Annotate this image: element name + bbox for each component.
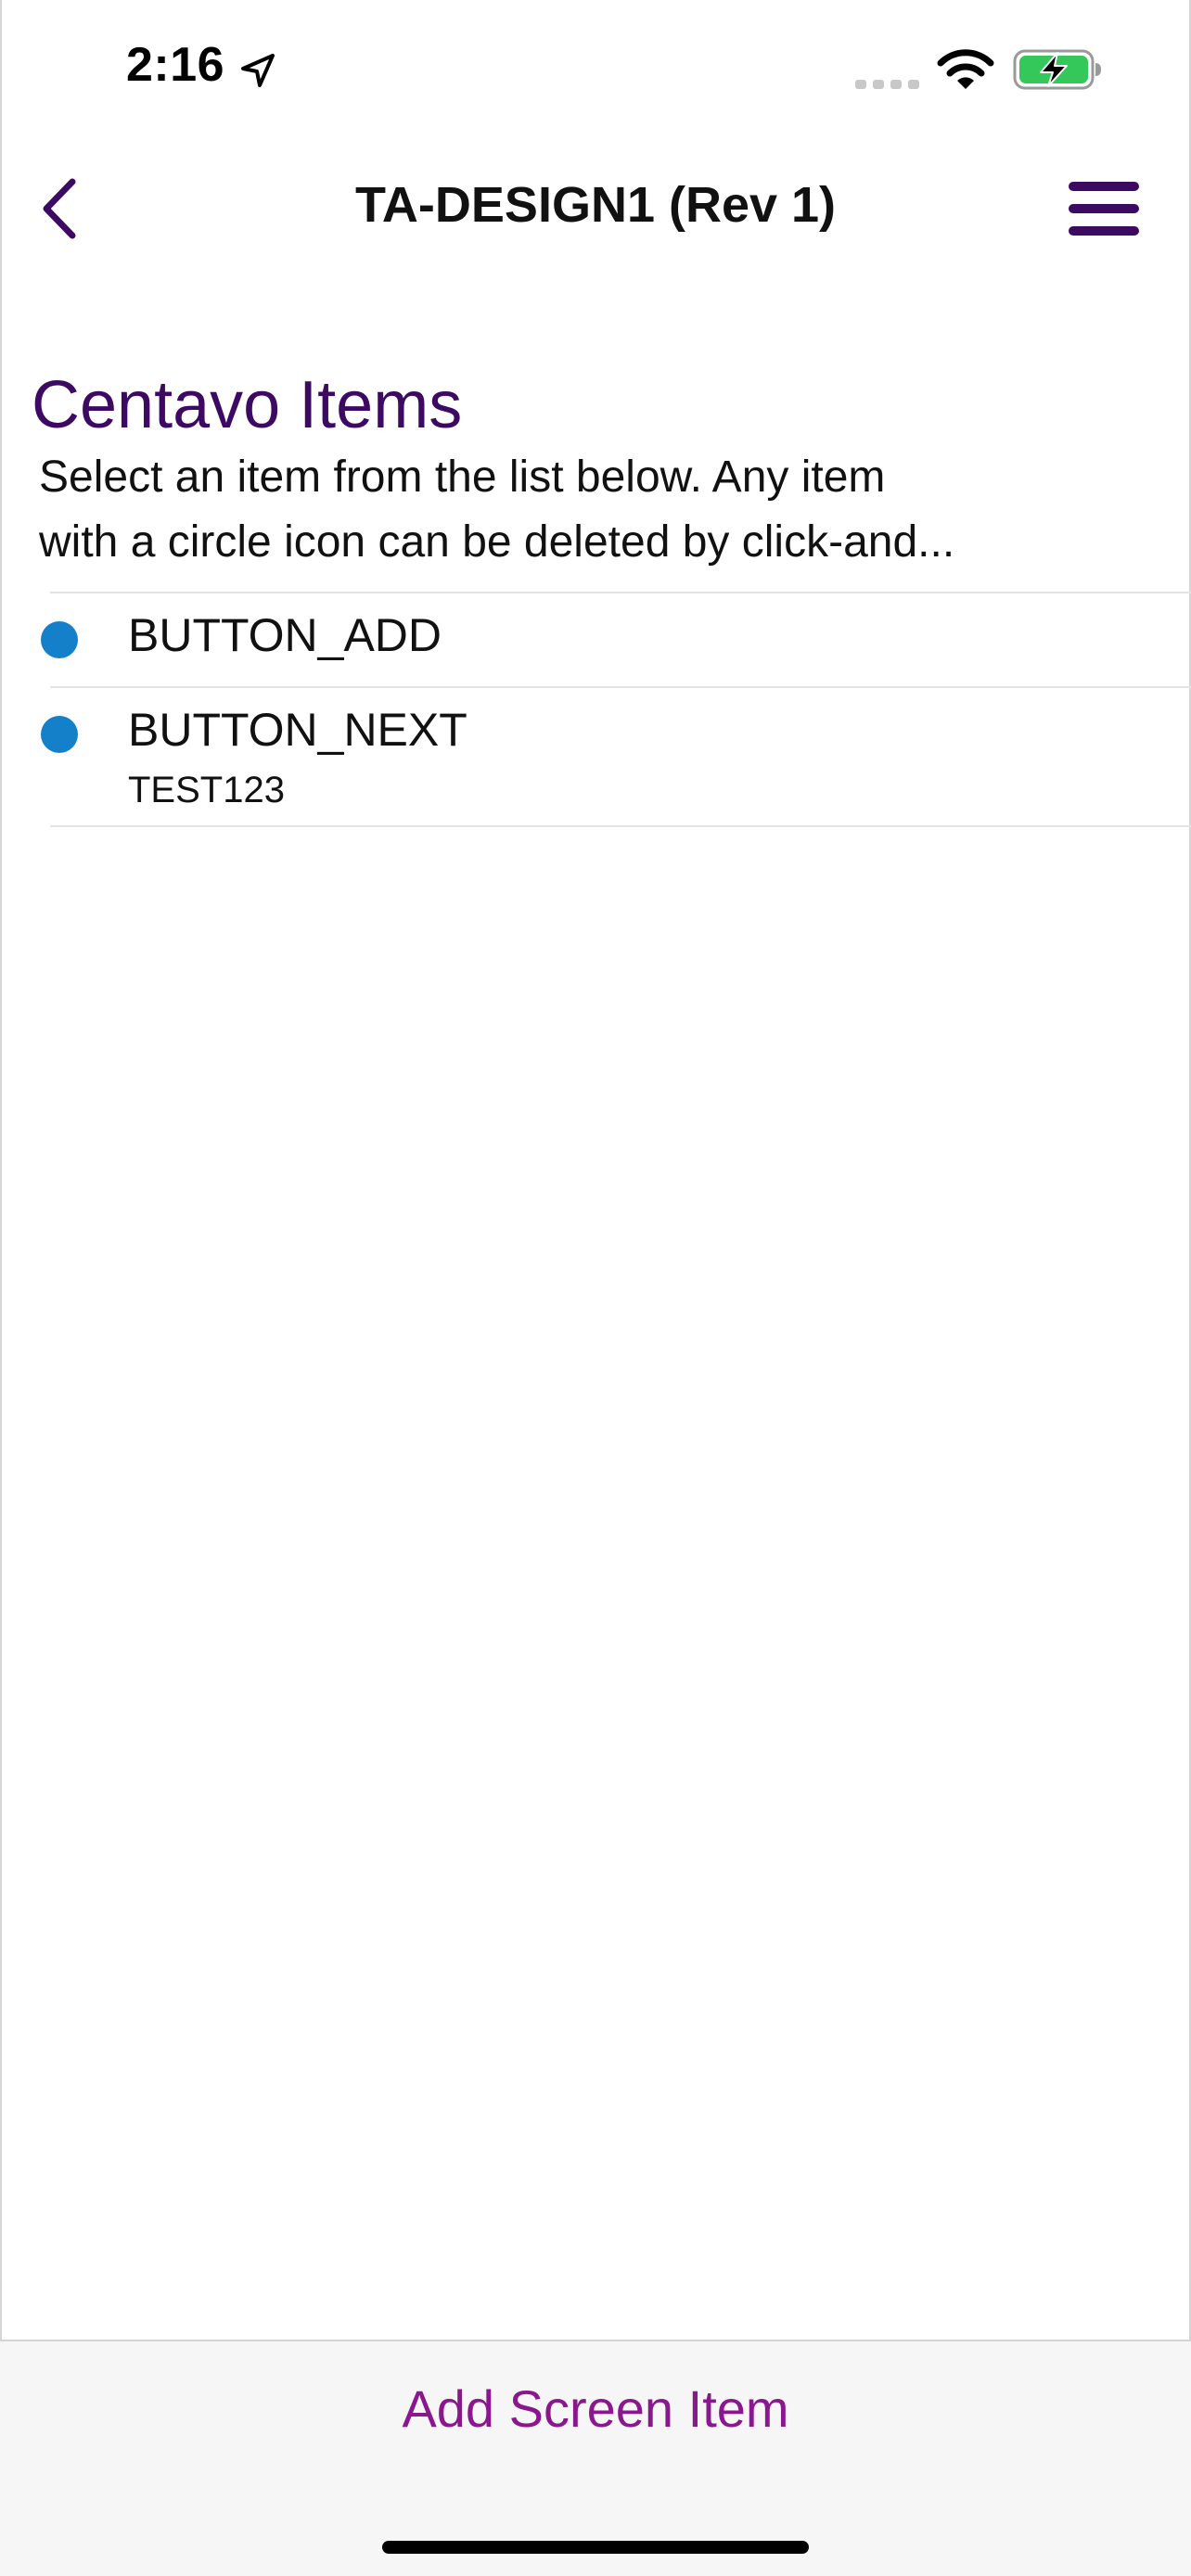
cellular-signal-icon [855,80,919,89]
item-subtitle: TEST123 [128,770,285,810]
battery-charging-icon [1013,49,1101,90]
list-item-button-add[interactable]: BUTTON_ADD [41,593,1191,686]
back-button[interactable] [19,167,102,250]
circle-icon [41,621,78,658]
description-line: with a circle icon can be deleted by cli… [39,517,955,567]
circle-icon [41,716,78,753]
list-divider [50,825,1191,827]
status-time: 2:16 [126,38,225,92]
location-arrow-icon [241,54,275,87]
status-bar: 2:16 [0,0,1191,139]
item-title: BUTTON_NEXT [128,704,467,756]
chevron-left-icon [43,178,76,239]
page-title: Centavo Items [32,368,463,442]
hamburger-menu-icon [1069,182,1139,236]
menu-button[interactable] [1057,172,1150,246]
nav-title: TA-DESIGN1 (Rev 1) [354,177,837,233]
page-description: Select an item from the list below. Any … [39,445,1087,575]
item-title: BUTTON_ADD [128,609,442,661]
wifi-icon [937,49,994,89]
description-line: Select an item from the list below. Any … [39,453,886,502]
list-item-button-next[interactable]: BUTTON_NEXT TEST123 [41,688,1191,825]
navigation-bar: TA-DESIGN1 (Rev 1) [0,148,1191,269]
item-list: BUTTON_ADD BUTTON_NEXT TEST123 [41,592,1191,827]
home-indicator [382,2541,809,2554]
add-screen-item-button[interactable]: Add Screen Item [0,2378,1191,2439]
